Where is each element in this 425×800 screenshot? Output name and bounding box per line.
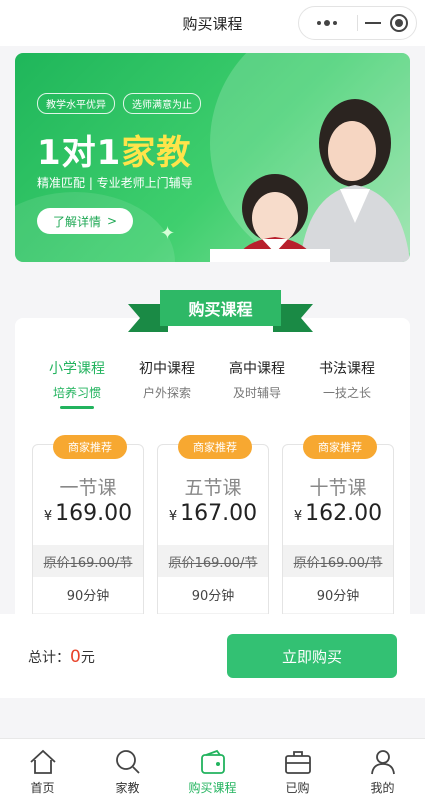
package-name: 一节课 (59, 477, 117, 499)
sparkle-icon: ✦ (160, 223, 176, 244)
total-price: 总计：0元 (28, 647, 95, 667)
learn-more-label: 了解详情 (52, 214, 101, 229)
more-dots-icon (317, 20, 337, 26)
course-card: 小学课程 培养习惯 初中课程 户外探索 高中课程 及时辅导 书法课程 一技之长 … (15, 318, 410, 614)
tabbar-item-tutor[interactable]: 家教 (85, 739, 170, 800)
tabbar-item-buy-course[interactable]: 购买课程 (170, 739, 255, 800)
tab-senior-high[interactable]: 高中课程 及时辅导 (212, 358, 302, 401)
total-unit: 元 (80, 650, 95, 666)
original-price: 原价169.00/节 (33, 545, 143, 577)
package-card[interactable]: 商家推荐 五节课 ¥167.00 原价169.00/节 90分钟 (157, 435, 269, 614)
currency-symbol: ¥ (293, 509, 303, 524)
bottom-tabbar: 首页 家教 购买课程 已购 我的 (0, 738, 425, 800)
top-navbar: 购买课程 (0, 0, 425, 46)
lesson-duration: 90分钟 (191, 589, 235, 604)
user-icon (370, 750, 395, 775)
tabbar-item-purchased[interactable]: 已购 (255, 739, 340, 800)
close-miniprogram-button[interactable] (383, 7, 415, 39)
package-name: 十节课 (309, 477, 367, 499)
package-price: ¥169.00 (33, 501, 143, 526)
tab-primary[interactable]: 小学课程 培养习惯 (32, 358, 122, 409)
section-title: 购买课程 (160, 290, 281, 326)
banner-subline: 精准匹配 | 专业老师上门辅导 (37, 176, 193, 190)
chevron-right-icon: > (106, 214, 118, 228)
package-name: 五节课 (184, 477, 242, 499)
home-icon (29, 749, 56, 774)
briefcase-icon (284, 751, 311, 774)
price-value: 169.00 (55, 501, 133, 526)
tab-junior-high[interactable]: 初中课程 户外探索 (122, 358, 212, 401)
package-card[interactable]: 商家推荐 一节课 ¥169.00 原价169.00/节 90分钟 (32, 435, 144, 614)
tabbar-label: 家教 (115, 781, 140, 795)
package-card[interactable]: 商家推荐 十节课 ¥162.00 原价169.00/节 90分钟 (282, 435, 394, 614)
tab-calligraphy[interactable]: 书法课程 一技之长 (302, 358, 392, 401)
package-list: 商家推荐 一节课 ¥169.00 原价169.00/节 90分钟 商家推荐 五节… (32, 435, 394, 614)
total-label: 总计： (28, 650, 70, 666)
tab-title: 小学课程 (49, 361, 105, 377)
price-value: 162.00 (305, 501, 383, 526)
recommend-badge: 商家推荐 (303, 435, 377, 459)
lesson-duration: 90分钟 (66, 589, 110, 604)
recommend-badge: 商家推荐 (178, 435, 252, 459)
tabbar-item-home[interactable]: 首页 (0, 739, 85, 800)
tabbar-label: 我的 (370, 781, 395, 795)
miniprogram-capsule (298, 6, 417, 40)
lesson-duration: 90分钟 (316, 589, 360, 604)
search-icon (115, 750, 140, 774)
tab-title: 初中课程 (139, 361, 195, 377)
tab-title: 高中课程 (229, 361, 285, 377)
headline-prefix: 1对1 (37, 133, 122, 173)
wallet-icon (200, 749, 225, 774)
tab-subtitle: 及时辅导 (232, 386, 281, 400)
recommend-badge: 商家推荐 (53, 435, 127, 459)
buy-now-button[interactable]: 立即购买 (227, 634, 397, 678)
currency-symbol: ¥ (168, 509, 178, 524)
original-price: 原价169.00/节 (158, 545, 268, 577)
tab-title: 书法课程 (319, 361, 375, 377)
promo-banner[interactable]: 教学水平优异 选师满意为止 1对1家教 精准匹配 | 专业老师上门辅导 了解详情… (15, 53, 410, 262)
tab-subtitle: 一技之长 (322, 386, 371, 400)
target-close-icon (390, 14, 408, 32)
tabbar-item-mine[interactable]: 我的 (340, 739, 425, 800)
minus-icon (365, 22, 381, 24)
more-menu-button[interactable] (307, 7, 347, 39)
total-amount: 0 (70, 647, 81, 667)
tab-subtitle: 培养习惯 (52, 386, 101, 400)
course-category-tabs: 小学课程 培养习惯 初中课程 户外探索 高中课程 及时辅导 书法课程 一技之长 (15, 358, 410, 409)
tabbar-label: 购买课程 (188, 781, 237, 795)
banner-headline: 1对1家教 (37, 125, 191, 174)
tabbar-label: 已购 (285, 781, 310, 795)
price-value: 167.00 (180, 501, 258, 526)
checkout-bar: 总计：0元 立即购买 (0, 614, 425, 698)
banner-tag: 教学水平优异 (37, 93, 115, 114)
tab-subtitle: 户外探索 (142, 386, 191, 400)
tabbar-label: 首页 (30, 781, 55, 795)
package-price: ¥167.00 (158, 501, 268, 526)
banner-tags: 教学水平优异 选师满意为止 (37, 93, 201, 114)
teacher-student-illustration (210, 99, 410, 262)
original-price: 原价169.00/节 (283, 545, 393, 577)
learn-more-button[interactable]: 了解详情 > (37, 208, 133, 234)
package-price: ¥162.00 (283, 501, 393, 526)
currency-symbol: ¥ (43, 509, 53, 524)
section-ribbon: 购买课程 (128, 290, 313, 332)
